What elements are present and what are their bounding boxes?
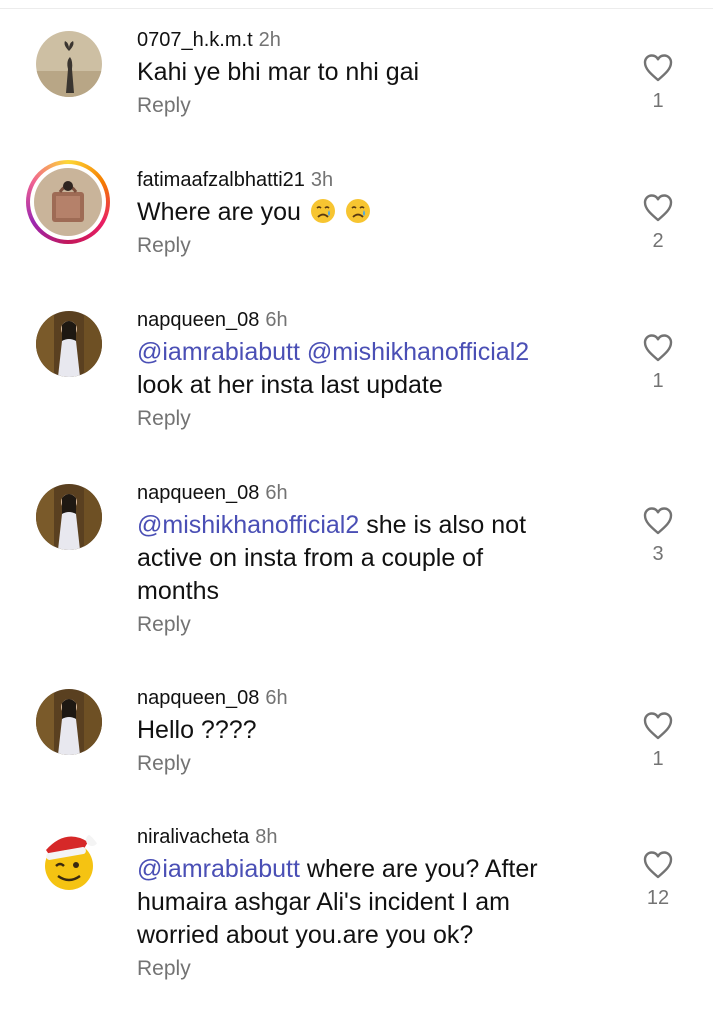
comment-time: 3h — [310, 169, 334, 191]
avatar[interactable] — [36, 828, 102, 894]
comment-item: napqueen_08 6h @iamrabiabutt @mishikhanof… — [0, 308, 713, 468]
comment-item: niralivacheta 8h @iamrabiabutt where are … — [0, 825, 713, 1020]
heart-outline-icon[interactable] — [642, 505, 674, 535]
mention-link[interactable]: @iamrabiabutt — [137, 338, 300, 366]
comment-username[interactable]: niralivacheta — [137, 826, 249, 848]
comment-username[interactable]: fatimaafzalbhatti21 — [137, 169, 305, 191]
like-count: 12 — [646, 887, 670, 909]
heart-outline-icon[interactable] — [642, 332, 674, 362]
like-count: 2 — [652, 230, 664, 252]
crying-face-emoji — [310, 199, 335, 223]
like-count: 3 — [652, 543, 664, 565]
comment-time: 6h — [265, 482, 288, 504]
comment-username[interactable]: napqueen_08 — [137, 687, 259, 709]
mention-link[interactable]: @iamrabiabutt — [137, 855, 300, 883]
comment-text: she is also not — [359, 511, 527, 539]
comment-username[interactable]: napqueen_08 — [137, 482, 259, 504]
comment-time: 8h — [255, 826, 278, 848]
comment-item: 0707_h.k.m.t 2h Kahi ye bhi mar to nhi ga… — [0, 28, 713, 148]
comment-text: worried about you.are you ok? — [137, 921, 474, 949]
comment-text: where are you? After — [299, 855, 538, 883]
comment-item: fatimaafzalbhatti21 3h Where are you Repl… — [0, 160, 713, 288]
comment-text: look at her insta last update — [137, 371, 443, 399]
comment-text: humaira ashgar Ali's incident I am — [137, 888, 511, 916]
like-count: 1 — [652, 90, 664, 112]
avatar[interactable] — [36, 689, 102, 755]
comment-text: Where are you — [137, 198, 301, 226]
top-divider — [0, 8, 713, 9]
reply-button[interactable]: Reply — [137, 612, 623, 638]
comment-username[interactable]: 0707_h.k.m.t — [137, 29, 253, 51]
like-count: 1 — [652, 370, 664, 392]
comment-item: napqueen_08 6h Hello ???? Reply 1 — [0, 686, 713, 806]
mention-link[interactable]: @mishikhanofficial2 — [307, 338, 529, 366]
crying-face-emoji — [345, 199, 370, 223]
avatar-story-ring[interactable] — [26, 160, 110, 244]
comment-time: 2h — [258, 29, 281, 51]
comment-text: Kahi ye bhi mar to nhi gai — [137, 58, 420, 86]
reply-button[interactable]: Reply — [137, 956, 623, 982]
reply-button[interactable]: Reply — [137, 406, 623, 432]
comment-item: napqueen_08 6h @mishikhanofficial2 she is… — [0, 481, 713, 671]
like-count: 1 — [652, 748, 664, 770]
heart-outline-icon[interactable] — [642, 192, 674, 222]
mention-link[interactable]: @mishikhanofficial2 — [137, 511, 359, 539]
avatar[interactable] — [36, 31, 102, 97]
reply-button[interactable]: Reply — [137, 93, 623, 119]
comment-text: Hello ???? — [137, 716, 257, 744]
heart-outline-icon[interactable] — [642, 710, 674, 740]
comment-text: months — [137, 577, 219, 605]
comment-username[interactable]: napqueen_08 — [137, 309, 259, 331]
comment-text: active on insta from a couple of — [137, 544, 484, 572]
avatar — [34, 168, 102, 236]
heart-outline-icon[interactable] — [642, 849, 674, 879]
comment-time: 6h — [265, 687, 288, 709]
reply-button[interactable]: Reply — [137, 751, 623, 777]
avatar[interactable] — [36, 311, 102, 377]
avatar[interactable] — [36, 484, 102, 550]
heart-outline-icon[interactable] — [642, 52, 674, 82]
reply-button[interactable]: Reply — [137, 233, 623, 259]
comment-time: 6h — [265, 309, 288, 331]
